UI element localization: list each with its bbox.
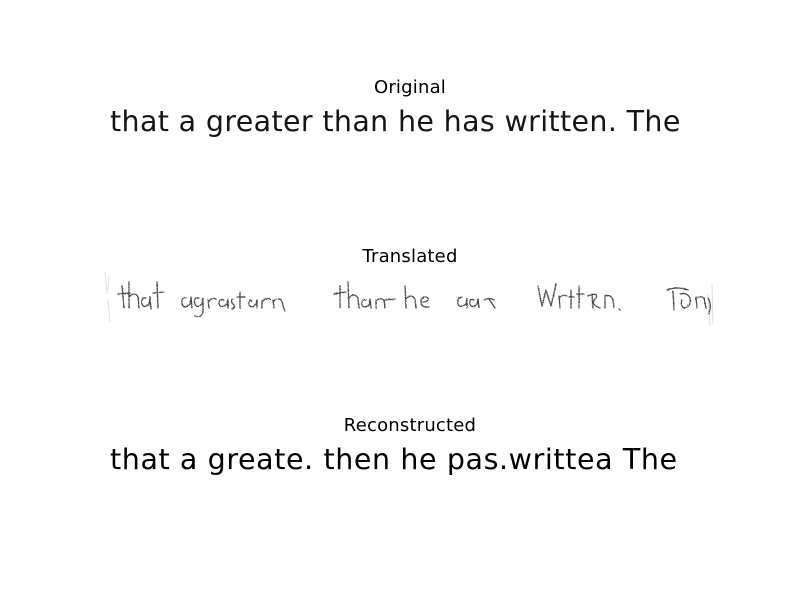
original-title: Original [373, 77, 447, 98]
reconstructed-title: Reconstructed [343, 415, 477, 436]
scan-edge-marks [104, 271, 714, 327]
reconstructed-text-image: that a greate. then he pas.writtea The [110, 443, 678, 476]
translated-handwriting-image [102, 264, 714, 330]
handwriting-strokes [117, 281, 711, 318]
original-text-image: that a greater than he has written. The [110, 105, 681, 138]
